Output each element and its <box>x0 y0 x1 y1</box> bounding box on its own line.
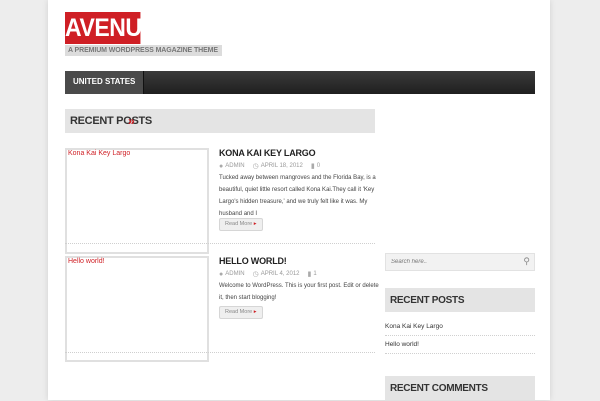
post-thumbnail[interactable]: Kona Kai Key Largo <box>65 148 209 254</box>
post-excerpt: Welcome to WordPress. This is your first… <box>219 283 379 301</box>
thumbnail-alt-text: Hello world! <box>68 258 105 265</box>
site-logo[interactable]: AVENUE <box>65 12 157 44</box>
widget-title: Recent Posts <box>390 295 465 306</box>
recent-posts-header: Recent Posts » <box>65 109 375 133</box>
double-arrow-icon: » <box>128 114 135 128</box>
post-author[interactable]: ADMIN <box>225 163 244 169</box>
search-input[interactable] <box>391 257 511 267</box>
read-more-label: Read More <box>225 221 253 227</box>
thumbnail-alt-text: Kona Kai Key Largo <box>68 150 131 157</box>
search-icon[interactable]: ⚲ <box>523 256 530 267</box>
comment-icon: ▮ <box>310 163 315 170</box>
widget-divider <box>385 353 535 354</box>
post-divider <box>65 243 375 244</box>
post-meta: ● ADMIN ◷ APRIL 4, 2012 ▮ 1 <box>219 270 317 279</box>
post-date: APRIL 4, 2012 <box>260 271 300 277</box>
clock-icon: ◷ <box>252 271 259 278</box>
arrow-right-icon: ▸ <box>253 221 257 227</box>
arrow-right-icon: ▸ <box>253 309 257 315</box>
comment-icon: ▮ <box>307 271 312 278</box>
recent-posts-widget-header: Recent Posts <box>385 288 535 312</box>
widget-link[interactable]: Hello world! <box>385 341 419 348</box>
user-icon: ● <box>219 162 224 170</box>
post-author[interactable]: ADMIN <box>225 271 244 277</box>
post-title[interactable]: Hello world! <box>219 256 287 266</box>
main-nav: United States <box>65 71 535 94</box>
user-icon: ● <box>219 270 224 278</box>
clock-icon: ◷ <box>252 163 259 170</box>
comment-count[interactable]: 1 <box>313 271 316 277</box>
nav-item-united-states[interactable]: United States <box>65 71 145 94</box>
recent-comments-widget-header: Recent Comments <box>385 376 535 400</box>
post-title[interactable]: Kona Kai Key Largo <box>219 148 316 158</box>
comment-count[interactable]: 0 <box>317 163 320 169</box>
widget-title: Recent Comments <box>390 383 488 394</box>
site-tagline: A Premium WordPress Magazine Theme <box>65 45 222 56</box>
widget-link[interactable]: Kona Kai Key Largo <box>385 323 443 330</box>
search-box: ⚲ <box>385 253 535 271</box>
read-more-label: Read More <box>225 309 253 315</box>
section-title: Recent Posts <box>70 115 152 127</box>
read-more-button[interactable]: Read More ▸ <box>219 306 263 319</box>
read-more-button[interactable]: Read More ▸ <box>219 218 263 231</box>
post-thumbnail[interactable]: Hello world! <box>65 256 209 362</box>
widget-divider <box>385 335 535 336</box>
post-divider <box>65 352 375 353</box>
post-excerpt: Tucked away between mangroves and the Fl… <box>219 175 376 217</box>
post-date: APRIL 18, 2012 <box>260 163 303 169</box>
post-meta: ● ADMIN ◷ APRIL 18, 2012 ▮ 0 <box>219 162 320 171</box>
